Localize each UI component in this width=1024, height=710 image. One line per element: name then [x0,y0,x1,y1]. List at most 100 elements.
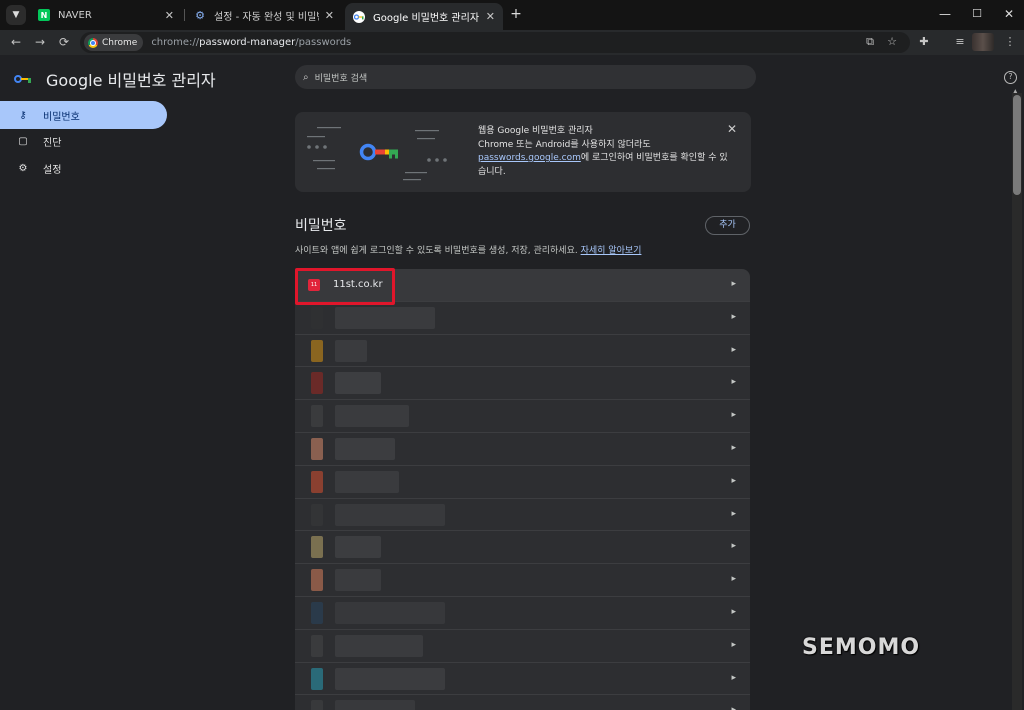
password-list: 11 11st.co.kr ▸ ▸ ▸ ▸ ▸ ▸ ▸ ▸ ▸ ▸ ▸ ▸ ▸ … [295,269,750,710]
key-icon [14,74,32,84]
help-icon[interactable]: ? [1004,71,1017,84]
tab-title: NAVER [58,9,92,21]
web-promo-banner: 웹용 Google 비밀번호 관리자 Chrome 또는 Android를 사용… [295,112,751,192]
sidebar-item-label: 비밀번호 [43,111,80,123]
list-item[interactable]: ▸ [295,695,750,710]
learn-more-link[interactable]: 자세히 알아보기 [581,246,642,256]
tab-search-button[interactable]: ▼ [6,5,26,25]
section-title: 비밀번호 [295,218,347,234]
search-placeholder: 비밀번호 검색 [314,73,368,84]
more-menu-icon[interactable]: ⋮ [1002,34,1018,50]
tab-naver[interactable]: N NAVER ✕ [30,3,182,27]
gear-icon: ⚙ [195,8,205,22]
blurred-favicon [311,634,323,657]
blurred-favicon [311,569,323,592]
cast-icon[interactable]: ⧉ [862,34,878,50]
chevron-right-icon: ▸ [731,279,736,289]
blurred-site-name [335,634,423,657]
blurred-site-name [335,405,409,428]
blurred-site-name [335,536,381,559]
reload-button[interactable]: ⟳ [56,34,72,50]
passwords-google-link[interactable]: passwords.google.com [478,153,581,163]
sidebar-item-checkup[interactable]: ▢ 진단 [0,127,167,155]
naver-icon: N [38,9,50,21]
list-item[interactable]: ▸ [295,596,750,630]
tab-strip: ▼ N NAVER ✕ ⚙ 설정 - 자동 완성 및 비밀번호 ✕ Google… [0,0,1024,30]
blurred-site-name [335,667,445,690]
chevron-right-icon: ▸ [731,508,736,519]
list-item[interactable]: ▸ [295,662,750,696]
tab-password-manager[interactable]: Google 비밀번호 관리자 ✕ [345,3,503,30]
add-password-button[interactable]: 추가 [705,216,750,235]
chip-label: Chrome [102,37,138,48]
close-icon[interactable]: ✕ [165,9,174,22]
tab-separator [184,9,185,21]
list-item[interactable]: ▸ [295,465,750,499]
star-icon[interactable]: ☆ [884,34,900,50]
address-bar[interactable]: Chrome chrome://password-manager/passwor… [80,32,910,53]
arrow-right-icon: → [34,35,46,49]
blurred-favicon [311,339,323,362]
browser-toolbar: ← → ⟳ Chrome chrome://password-manager/p… [0,30,1024,55]
banner-text: 웹용 Google 비밀번호 관리자 Chrome 또는 Android를 사용… [478,126,728,177]
chevron-right-icon: ▸ [731,672,736,683]
sidebar-item-label: 설정 [43,164,62,176]
banner-illustration [307,127,447,181]
blurred-site-name [335,470,399,493]
chevron-right-icon: ▸ [731,705,736,710]
close-icon[interactable]: ✕ [727,122,737,136]
blurred-favicon [311,700,323,710]
blurred-favicon [311,667,323,690]
list-item[interactable]: ▸ [295,531,750,565]
list-item[interactable]: ▸ [295,367,750,401]
list-item[interactable]: ▸ [295,301,750,335]
list-item[interactable]: ▸ [295,432,750,466]
blurred-favicon [311,306,323,329]
blurred-favicon [311,503,323,526]
reading-list-icon[interactable]: ≡ [952,34,968,50]
close-icon[interactable]: ✕ [325,9,334,22]
extensions-icon[interactable]: ✚ [916,34,932,50]
tab-settings[interactable]: ⚙ 설정 - 자동 완성 및 비밀번호 ✕ [186,3,342,27]
chrome-icon [88,37,98,48]
highlight-box [295,268,395,305]
gear-icon: ⚙ [18,162,28,174]
chevron-right-icon: ▸ [731,410,736,421]
sidebar-item-settings[interactable]: ⚙ 설정 [0,154,167,182]
list-item[interactable]: ▸ [295,564,750,597]
app-header: Google 비밀번호 관리자 [14,67,216,91]
chevron-right-icon: ▸ [731,475,736,486]
page-content: Google 비밀번호 관리자 ? ⚷ 비밀번호 ▢ 진단 ⚙ 설정 ⌕ 비밀번… [0,55,1024,710]
chevron-right-icon: ▸ [731,377,736,388]
search-input[interactable]: ⌕ 비밀번호 검색 [295,65,756,89]
sidebar-item-passwords[interactable]: ⚷ 비밀번호 [0,101,167,129]
minimize-button[interactable]: — [928,0,962,28]
list-item[interactable]: ▸ [295,334,750,368]
site-info-chip[interactable]: Chrome [84,34,144,51]
new-tab-button[interactable]: + [508,6,524,22]
blurred-favicon [311,437,323,460]
list-item[interactable]: ▸ [295,629,750,663]
chevron-right-icon: ▸ [731,574,736,585]
close-icon[interactable]: ✕ [486,10,495,23]
blurred-favicon [311,536,323,559]
close-window-button[interactable]: ✕ [992,0,1024,28]
maximize-button[interactable]: ☐ [960,0,994,28]
chevron-right-icon: ▸ [731,606,736,617]
key-icon: ⚷ [19,109,27,121]
tab-title: 설정 - 자동 완성 및 비밀번호 [214,11,319,23]
forward-button[interactable]: → [32,34,48,50]
list-item[interactable]: ▸ [295,400,750,433]
back-button[interactable]: ← [8,34,24,50]
sidebar-item-label: 진단 [43,137,62,149]
avatar[interactable] [972,33,994,51]
scrollbar-thumb[interactable] [1013,95,1021,195]
blurred-site-name [335,700,415,710]
checkup-icon: ▢ [18,135,28,147]
key-icon [353,10,365,23]
chevron-down-icon: ▼ [12,10,20,20]
page-title: Google 비밀번호 관리자 [46,71,216,90]
blurred-favicon [311,601,323,624]
blurred-site-name [335,372,381,395]
list-item[interactable]: ▸ [295,498,750,532]
